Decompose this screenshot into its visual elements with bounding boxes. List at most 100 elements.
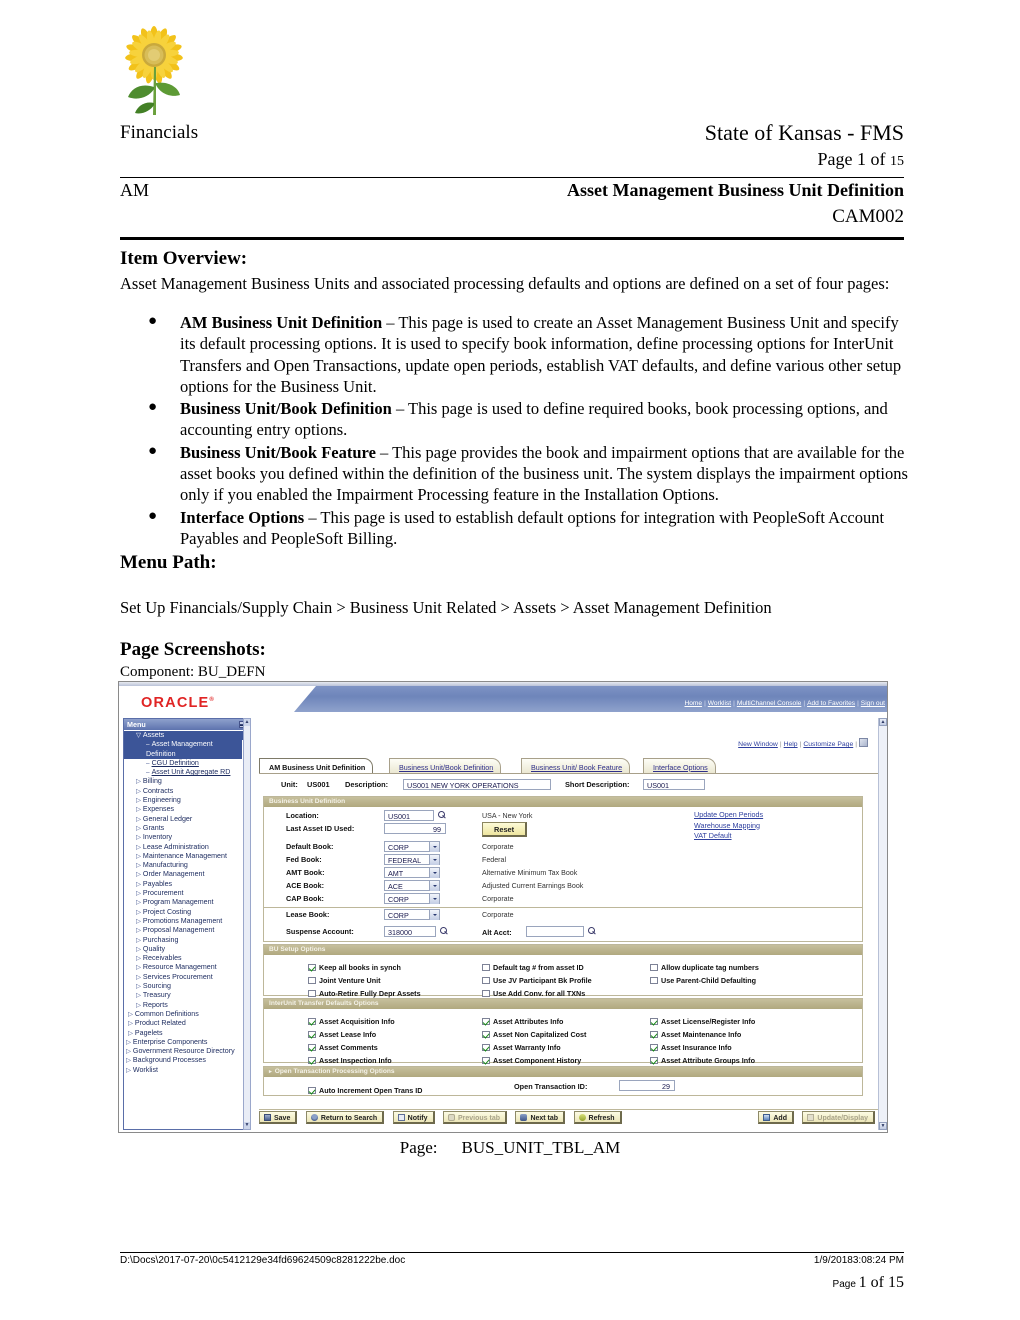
checkbox-asset-component-history[interactable] <box>482 1056 490 1064</box>
location-input[interactable]: US001 <box>384 810 434 821</box>
sidebar-item-lease-administration[interactable]: ▷ Lease Administration <box>124 843 248 852</box>
sidebar-item-expenses[interactable]: ▷ Expenses <box>124 805 248 814</box>
link-vat-default[interactable]: VAT Default <box>694 831 763 842</box>
sidebar-item-proposal-management[interactable]: ▷ Proposal Management <box>124 926 248 935</box>
checkbox-auto-retire-fully-depr-assets[interactable] <box>308 989 316 997</box>
sidebar-item-order-management[interactable]: ▷ Order Management <box>124 870 248 879</box>
link-help[interactable]: Help <box>784 741 798 748</box>
link-update-open-periods[interactable]: Update Open Periods <box>694 810 763 821</box>
chevron-down-icon[interactable] <box>429 868 439 878</box>
sidebar-item-product-related[interactable]: ▷ Product Related <box>124 1019 248 1028</box>
scroll-up-icon[interactable]: ▲ <box>879 718 887 726</box>
sidebar-item-quality[interactable]: ▷ Quality <box>124 945 248 954</box>
sidebar-item-manufacturing[interactable]: ▷ Manufacturing <box>124 861 248 870</box>
sidebar-item-grants[interactable]: ▷ Grants <box>124 824 248 833</box>
tab-business-unit-book-definition[interactable]: Business Unit/Book Definition <box>389 758 502 773</box>
sidebar-item-common-definitions[interactable]: ▷ Common Definitions <box>124 1010 248 1019</box>
sidebar-item-sourcing[interactable]: ▷ Sourcing <box>124 982 248 991</box>
sidebar-item-maintenance-management[interactable]: ▷ Maintenance Management <box>124 852 242 861</box>
sidebar-item-purchasing[interactable]: ▷ Purchasing <box>124 936 248 945</box>
nav-link-multichannel-console[interactable]: MultiChannel Console <box>737 700 802 707</box>
sidebar-item-procurement[interactable]: ▷ Procurement <box>124 889 248 898</box>
chevron-down-icon[interactable] <box>429 881 439 891</box>
checkbox-asset-inspection-info[interactable] <box>308 1056 316 1064</box>
link-customize-page[interactable]: Customize Page <box>803 741 853 748</box>
scroll-up-icon[interactable]: ▲ <box>244 719 250 726</box>
cap-book-select[interactable]: CORP <box>384 893 440 904</box>
sidebar-item-inventory[interactable]: ▷ Inventory <box>124 833 248 842</box>
short-description-input[interactable]: US001 <box>643 779 705 790</box>
return-to-search-button[interactable]: Return to Search <box>305 1111 385 1124</box>
nav-link-worklist[interactable]: Worklist <box>708 700 731 707</box>
sidebar-item-project-costing[interactable]: ▷ Project Costing <box>124 908 248 917</box>
reset-button[interactable]: Reset <box>482 822 528 837</box>
description-label: Description: <box>345 780 389 789</box>
suspense-account-input[interactable]: 318000 <box>384 926 436 937</box>
lease-book-select[interactable]: CORP <box>384 909 440 920</box>
amt-book-select[interactable]: AMT <box>384 867 440 878</box>
checkbox-use-add-conv-for-all-txns[interactable] <box>482 989 490 997</box>
sidebar-item-services-procurement[interactable]: ▷ Services Procurement <box>124 973 248 982</box>
sidebar-item-receivables[interactable]: ▷ Receivables <box>124 954 248 963</box>
sidebar-item-worklist[interactable]: ▷ Worklist <box>124 1066 248 1075</box>
chevron-down-icon[interactable] <box>429 855 439 865</box>
next-tab-button[interactable]: Next tab <box>515 1111 566 1124</box>
sidebar-item-resource-management[interactable]: ▷ Resource Management <box>124 963 248 972</box>
sidebar-item-cgu-definition[interactable]: – CGU Definition <box>124 759 248 768</box>
alt-acct-input[interactable] <box>526 926 584 937</box>
link-new-window[interactable]: New Window <box>738 741 778 748</box>
sidebar-item-label: Background Processes <box>132 1056 206 1065</box>
sidebar-item-general-ledger[interactable]: ▷ General Ledger <box>124 815 248 824</box>
tab-business-unit-book-feature[interactable]: Business Unit/ Book Feature <box>521 758 631 773</box>
tab-interface-options[interactable]: Interface Options <box>643 758 716 773</box>
sidebar-item-asset-management-definition[interactable]: – Asset Management Definition <box>124 740 242 759</box>
checkbox-asset-attribute-groups-info[interactable] <box>650 1056 658 1064</box>
sidebar-item-promotions-management[interactable]: ▷ Promotions Management <box>124 917 242 926</box>
bullet-dot-icon: ● <box>148 399 158 416</box>
last-asset-id-input[interactable]: 99 <box>384 823 446 834</box>
sidebar-item-program-management[interactable]: ▷ Program Management <box>124 898 248 907</box>
sidebar-item-engineering[interactable]: ▷ Engineering <box>124 796 248 805</box>
scroll-down-icon[interactable]: ▼ <box>879 1122 887 1130</box>
search-icon[interactable] <box>437 810 446 820</box>
sidebar-item-contracts[interactable]: ▷ Contracts <box>124 787 248 796</box>
sidebar-item-reports[interactable]: ▷ Reports <box>124 1001 248 1010</box>
checkbox-auto-increment-open-trans-id[interactable] <box>308 1086 316 1094</box>
chevron-down-icon[interactable] <box>429 910 439 920</box>
cap-book-description: Corporate <box>482 895 514 903</box>
sidebar-item-assets[interactable]: ▽ Assets <box>124 731 248 741</box>
previous-icon <box>447 1113 455 1121</box>
sidebar-item-pagelets[interactable]: ▷ Pagelets <box>124 1029 248 1038</box>
sidebar-item-asset-unit-aggregate-rd[interactable]: – Asset Unit Aggregate RD <box>124 768 242 777</box>
search-icon[interactable] <box>439 926 448 936</box>
search-icon[interactable] <box>587 926 596 936</box>
page-scrollbar[interactable]: ▲ ▼ <box>878 718 887 1130</box>
fed-book-select[interactable]: FEDERAL <box>384 854 440 865</box>
nav-link-add-to-favorites[interactable]: Add to Favorites <box>807 700 855 707</box>
chevron-down-icon[interactable] <box>429 894 439 904</box>
chevron-down-icon[interactable] <box>429 842 439 852</box>
http-icon[interactable] <box>859 738 868 747</box>
sidebar-item-treasury[interactable]: ▷ Treasury <box>124 991 248 1000</box>
sidebar-item-government-resource-directory[interactable]: ▷ Government Resource Directory <box>124 1047 242 1056</box>
scroll-down-icon[interactable]: ▼ <box>244 1122 250 1129</box>
description-input[interactable]: US001 NEW YORK OPERATIONS <box>403 779 551 790</box>
ace-book-select[interactable]: ACE <box>384 880 440 891</box>
notify-button[interactable]: Notify <box>392 1111 435 1124</box>
sidebar-item-enterprise-components[interactable]: ▷ Enterprise Components <box>124 1038 248 1047</box>
nav-link-sign-out[interactable]: Sign out <box>861 700 885 707</box>
nav-link-home[interactable]: Home <box>684 700 702 707</box>
tab-am-business-unit-definition[interactable]: AM Business Unit Definition <box>259 758 374 773</box>
sidebar-item-billing[interactable]: ▷ Billing <box>124 777 248 786</box>
add-button[interactable]: Add <box>758 1111 794 1124</box>
refresh-button[interactable]: Refresh <box>573 1111 622 1124</box>
sidebar-item-background-processes[interactable]: ▷ Background Processes <box>124 1056 248 1065</box>
open-transaction-id-input[interactable]: 29 <box>619 1080 675 1091</box>
menu-scrollbar[interactable]: ▲ ▼ <box>243 718 251 1130</box>
checkbox-use-parent-child-defaulting[interactable] <box>650 976 658 984</box>
save-button[interactable]: Save <box>259 1111 298 1124</box>
sidebar-item-payables[interactable]: ▷ Payables <box>124 880 248 889</box>
link-warehouse-mapping[interactable]: Warehouse Mapping <box>694 821 763 832</box>
sidebar-item-label: Payables <box>142 879 173 888</box>
default-book-select[interactable]: CORP <box>384 841 440 852</box>
